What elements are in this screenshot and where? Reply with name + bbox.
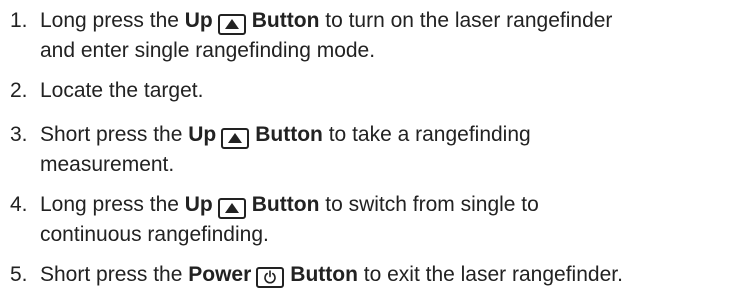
up-triangle-icon <box>217 197 246 219</box>
step-number: 4. <box>10 193 28 216</box>
step-number: 2. <box>10 79 28 102</box>
step-4: 4. Long press the Up Button to switch fro… <box>10 190 733 250</box>
button-word: Button <box>251 193 320 216</box>
step-1: 1. Long press the Up Button to turn on th… <box>10 6 733 66</box>
step-text: Short press the <box>40 123 189 146</box>
up-triangle-icon <box>221 127 250 149</box>
button-name: Up <box>184 193 213 216</box>
button-name: Power <box>188 263 252 286</box>
step-number: 5. <box>10 263 28 286</box>
step-text: continuous rangefinding. <box>40 223 269 246</box>
step-text: to turn on the laser rangefinder <box>319 9 613 32</box>
step-text: Short press the <box>40 263 189 286</box>
button-word: Button <box>290 263 358 286</box>
step-text: measurement. <box>40 153 175 176</box>
step-text: Long press the <box>40 9 185 32</box>
step-5: 5. Short press the Power Button to exit t… <box>10 260 733 290</box>
power-icon <box>256 266 285 288</box>
step-text: to exit the laser rangefinder. <box>357 263 623 286</box>
step-text: and enter single rangefinding mode. <box>40 39 376 62</box>
step-number: 3. <box>10 123 28 146</box>
button-name: Up <box>184 9 213 32</box>
step-text: Locate the target. <box>40 79 204 102</box>
button-word: Button <box>251 9 320 32</box>
step-number: 1. <box>10 9 28 32</box>
button-word: Button <box>255 123 323 146</box>
button-name: Up <box>188 123 217 146</box>
step-text: to take a rangefinding <box>322 123 531 146</box>
step-text: to switch from single to <box>319 193 539 216</box>
step-text: Long press the <box>40 193 185 216</box>
step-2: 2. Locate the target. <box>10 76 733 106</box>
step-3: 3. Short press the Up Button to take a ra… <box>10 120 733 180</box>
up-triangle-icon <box>217 13 246 35</box>
instruction-list: 1. Long press the Up Button to turn on th… <box>0 0 733 290</box>
